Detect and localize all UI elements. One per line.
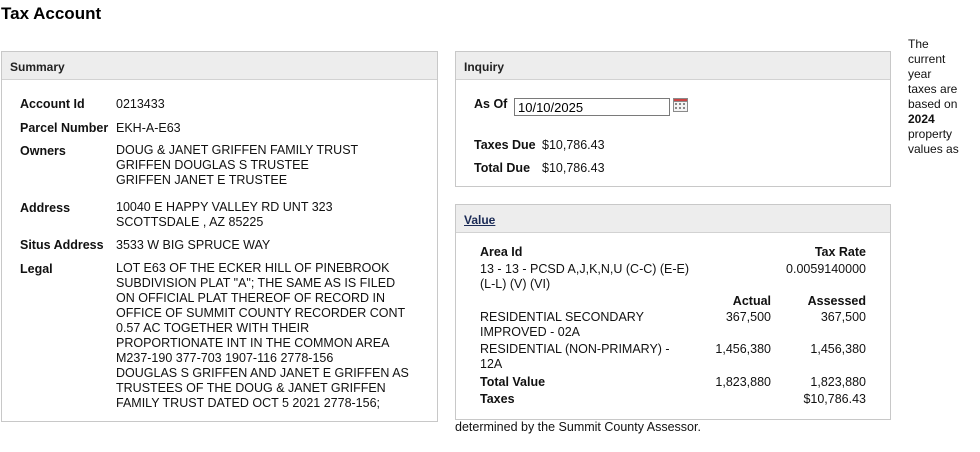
value-row-assessed: 1,456,380 [810, 342, 866, 356]
value-row-assessed: 367,500 [820, 310, 866, 324]
legal-line: TRUSTEES OF THE DOUG & JANET GRIFFEN [116, 381, 386, 395]
area-id-line: 13 - 13 - PCSD A,J,K,N,U (C-C) (E-E) [480, 262, 690, 276]
account-id-label: Account Id [20, 97, 85, 111]
situs-address-value: 3533 W BIG SPRUCE WAY [116, 238, 271, 252]
value-row-name-line: 12A [480, 357, 503, 371]
address-value: 10040 E HAPPY VALLEY RD UNT 323 SCOTTSDA… [116, 200, 333, 230]
value-row-name-line: IMPROVED - 02A [480, 325, 581, 339]
owners-value: DOUG & JANET GRIFFEN FAMILY TRUST GRIFFE… [116, 143, 358, 188]
address-line: 10040 E HAPPY VALLEY RD UNT 323 [116, 200, 333, 214]
total-value-label: Total Value [480, 375, 546, 389]
legal-line: ON OFFICIAL PLAT THEREOF OF RECORD IN [116, 291, 386, 305]
area-id-label: Area Id [480, 245, 523, 259]
value-row-actual: 367,500 [725, 310, 771, 324]
tax-rate-label: Tax Rate [814, 245, 866, 259]
total-assessed-value: 1,823,880 [810, 375, 866, 389]
summary-header: Summary [2, 52, 437, 80]
area-id-value: 13 - 13 - PCSD A,J,K,N,U (C-C) (E-E) (L-… [480, 262, 689, 292]
taxes-value: $10,786.43 [803, 392, 866, 406]
note-line: based on [908, 97, 958, 111]
legal-line: LOT E63 OF THE ECKER HILL OF PINEBROOK [116, 261, 390, 275]
note-line: year [908, 67, 932, 81]
legal-line: SUBDIVISION PLAT "A"; THE SAME AS IS FIL… [116, 276, 396, 290]
total-due-value: $10,786.43 [542, 161, 605, 175]
total-due-label: Total Due [474, 161, 531, 175]
taxes-due-value: $10,786.43 [542, 138, 605, 152]
tax-year-note: The current year taxes are based on 2024… [908, 37, 974, 157]
value-row-name-line: RESIDENTIAL SECONDARY [480, 310, 644, 324]
assessed-label: Assessed [807, 294, 866, 308]
value-row-actual: 1,456,380 [715, 342, 771, 356]
legal-label: Legal [20, 262, 53, 276]
calendar-icon[interactable] [673, 98, 688, 112]
legal-line: OFFICE OF SUMMIT COUNTY RECORDER CONT [116, 306, 406, 320]
note-line: values as [908, 142, 959, 156]
tax-rate-value: 0.0059140000 [786, 262, 866, 276]
total-actual-value: 1,823,880 [715, 375, 771, 389]
area-id-line: (L-L) (V) (VI) [480, 277, 551, 291]
value-header-link[interactable]: Value [456, 205, 890, 233]
legal-line: M237-190 377-703 1907-116 2778-156 [116, 351, 334, 365]
parcel-number-value: EKH-A-E63 [116, 121, 181, 135]
note-line: taxes are [908, 82, 958, 96]
inquiry-header: Inquiry [456, 52, 890, 80]
note-year: 2024 [908, 112, 935, 126]
legal-line: 0.57 AC TOGETHER WITH THEIR [116, 321, 310, 335]
address-label: Address [20, 201, 71, 215]
value-row-name: RESIDENTIAL SECONDARY IMPROVED - 02A [480, 310, 644, 340]
legal-value: LOT E63 OF THE ECKER HILL OF PINEBROOK S… [116, 261, 409, 411]
taxes-label: Taxes [480, 392, 515, 406]
parcel-number-label: Parcel Number [20, 121, 109, 135]
taxes-due-label: Taxes Due [474, 138, 536, 152]
note-line: current [908, 52, 946, 66]
owner-line: GRIFFEN JANET E TRUSTEE [116, 173, 288, 187]
situs-address-label: Situs Address [20, 238, 104, 252]
note-line: property [908, 127, 953, 141]
owners-label: Owners [20, 144, 66, 158]
address-line: SCOTTSDALE , AZ 85225 [116, 215, 264, 229]
owner-line: GRIFFEN DOUGLAS S TRUSTEE [116, 158, 309, 172]
legal-line: FAMILY TRUST DATED OCT 5 2021 2778-156; [116, 396, 381, 410]
legal-line: PROPORTIONATE INT IN THE COMMON AREA [116, 336, 390, 350]
as-of-label: As Of [474, 97, 508, 111]
note-line: The [908, 37, 929, 51]
assessor-note: determined by the Summit County Assessor… [455, 420, 701, 434]
as-of-date-input[interactable] [514, 98, 670, 116]
page-title: Tax Account [1, 4, 102, 23]
legal-line: DOUGLAS S GRIFFEN AND JANET E GRIFFEN AS [116, 366, 409, 380]
value-row-name: RESIDENTIAL (NON-PRIMARY) - 12A [480, 342, 670, 372]
owner-line: DOUG & JANET GRIFFEN FAMILY TRUST [116, 143, 359, 157]
account-id-value: 0213433 [116, 97, 165, 111]
value-row-name-line: RESIDENTIAL (NON-PRIMARY) - [480, 342, 670, 356]
actual-label: Actual [732, 294, 771, 308]
